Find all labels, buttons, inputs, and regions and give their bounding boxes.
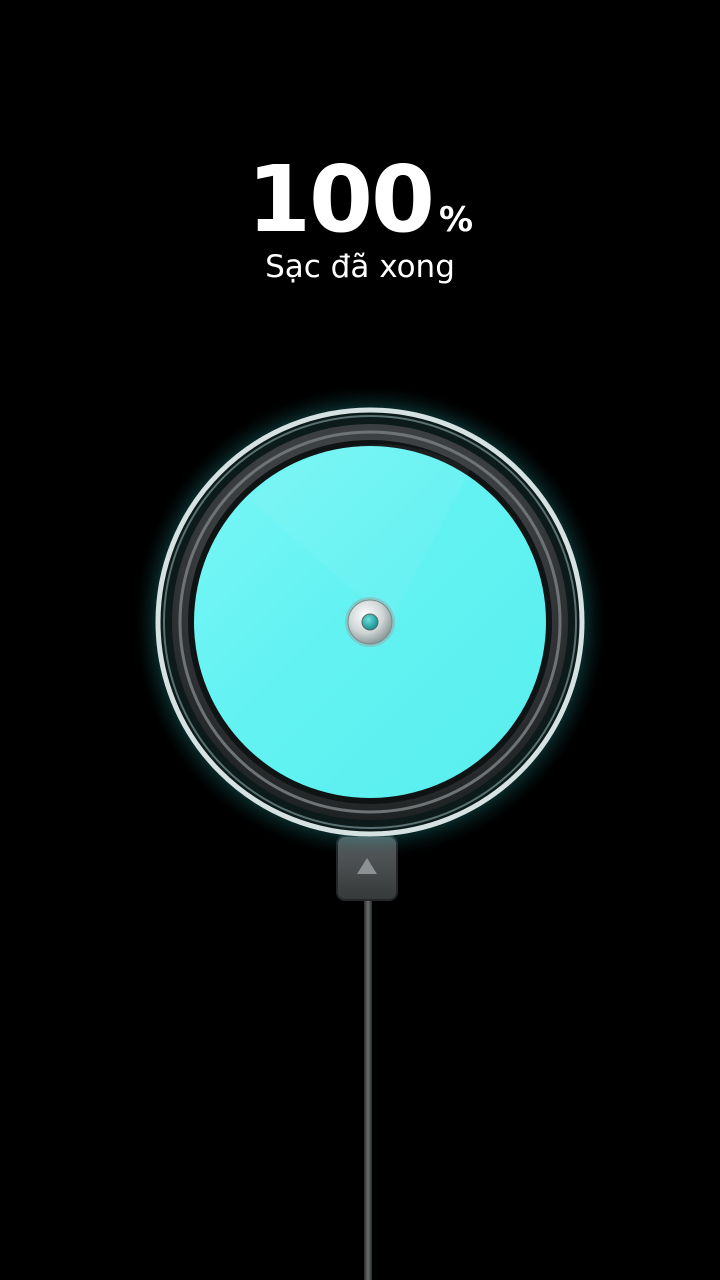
wireless-charging-pad <box>0 0 720 1280</box>
pad-center-indicator <box>345 597 395 647</box>
charging-pad-graphic <box>134 386 606 1280</box>
charging-cable-icon <box>364 890 372 1280</box>
